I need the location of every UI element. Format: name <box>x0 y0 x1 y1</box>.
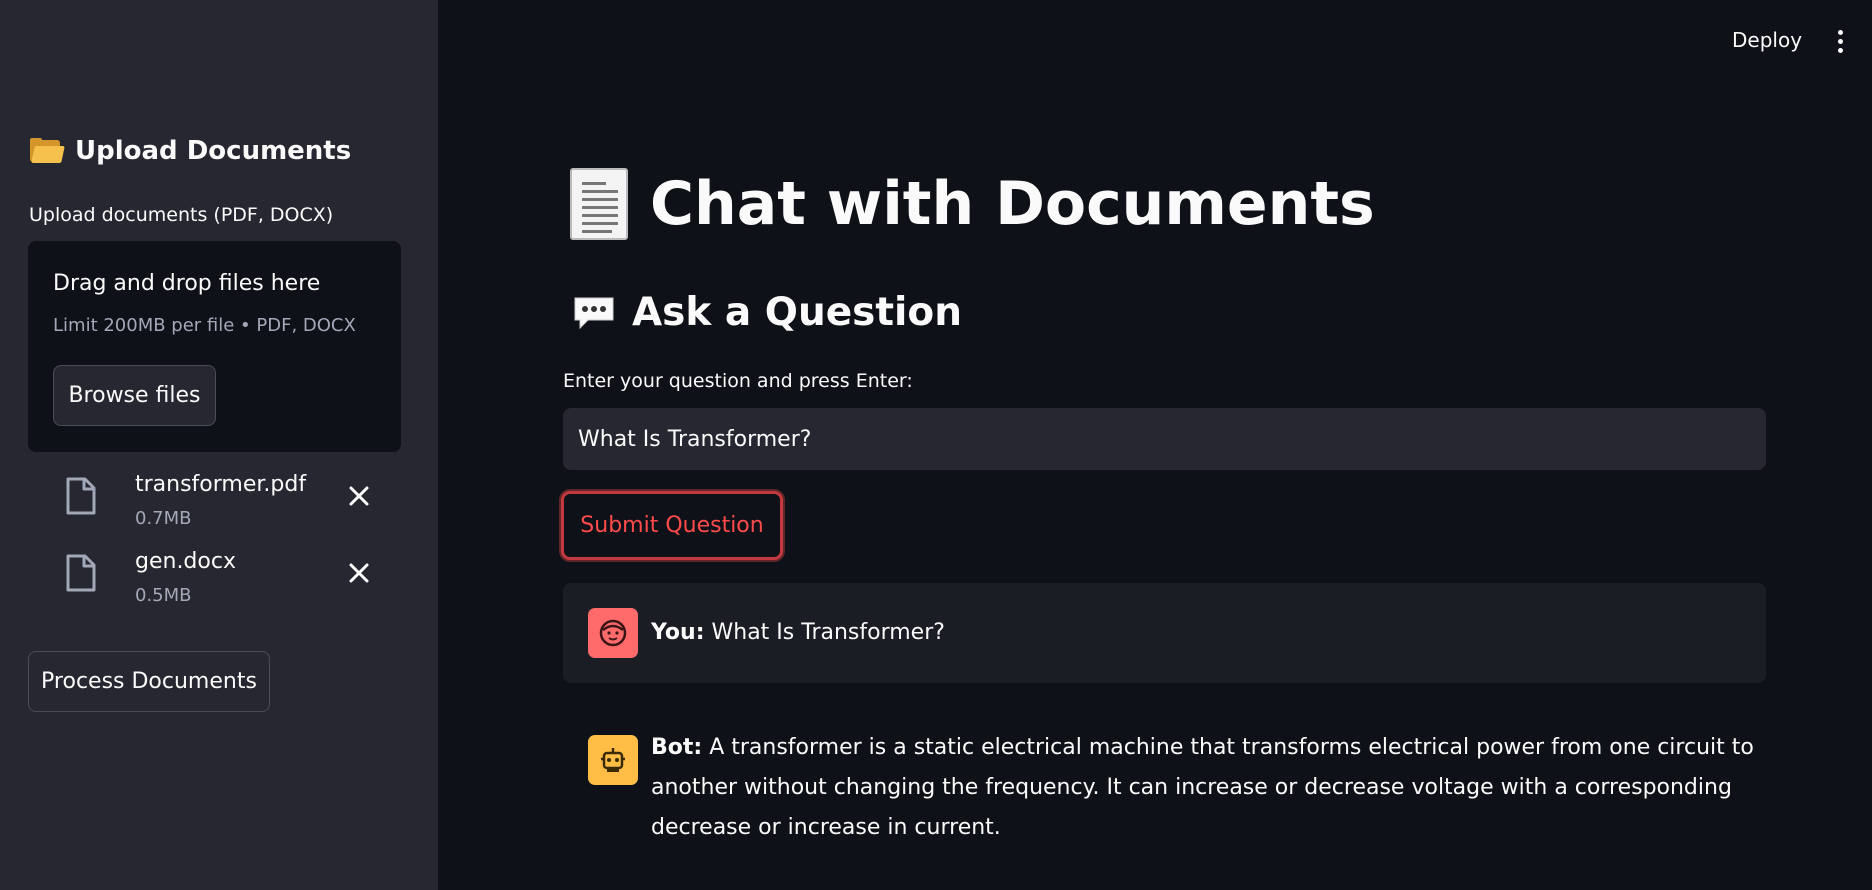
message-text: Bot: A transformer is a static electrica… <box>651 728 1766 848</box>
sidebar: Upload Documents Upload documents (PDF, … <box>0 0 438 890</box>
folder-icon <box>29 138 65 164</box>
file-name: transformer.pdf <box>135 472 307 497</box>
uploaded-file-item: gen.docx 0.5MB <box>60 549 390 613</box>
dropzone-title: Drag and drop files here <box>53 271 321 296</box>
submit-question-button[interactable]: Submit Question <box>561 491 783 560</box>
uploader-label: Upload documents (PDF, DOCX) <box>29 204 334 226</box>
message-author: Bot: <box>651 735 703 760</box>
chat-message-user: You: What Is Transformer? <box>563 583 1766 683</box>
bot-avatar-icon <box>588 735 638 785</box>
sidebar-header: Upload Documents <box>29 136 351 166</box>
file-name: gen.docx <box>135 549 236 574</box>
message-body: What Is Transformer? <box>704 620 945 645</box>
message-text: You: What Is Transformer? <box>651 613 945 653</box>
uploaded-file-item: transformer.pdf 0.7MB <box>60 472 390 536</box>
page-title: Chat with Documents <box>570 168 1375 240</box>
kebab-menu-icon[interactable] <box>1832 30 1848 56</box>
section-heading: Ask a Question <box>572 290 962 335</box>
message-author: You: <box>651 620 705 645</box>
chat-message-bot: Bot: A transformer is a static electrica… <box>563 728 1766 868</box>
file-icon <box>66 554 96 592</box>
deploy-button[interactable]: Deploy <box>1732 28 1802 52</box>
document-icon <box>570 168 628 240</box>
sidebar-title: Upload Documents <box>75 136 352 166</box>
file-icon <box>66 477 96 515</box>
file-size: 0.5MB <box>135 585 192 606</box>
browse-files-button[interactable]: Browse files <box>53 365 216 426</box>
question-label: Enter your question and press Enter: <box>563 370 913 392</box>
page-title-text: Chat with Documents <box>650 169 1375 239</box>
file-size: 0.7MB <box>135 508 192 529</box>
dropzone-limit: Limit 200MB per file • PDF, DOCX <box>53 315 356 336</box>
file-dropzone[interactable]: Drag and drop files here Limit 200MB per… <box>28 241 401 452</box>
section-heading-text: Ask a Question <box>632 290 962 335</box>
message-body: A transformer is a static electrical mac… <box>651 735 1754 840</box>
question-input[interactable] <box>563 408 1766 470</box>
close-icon[interactable] <box>345 559 373 587</box>
process-documents-button[interactable]: Process Documents <box>28 651 270 712</box>
speech-bubble-icon <box>574 297 614 329</box>
close-icon[interactable] <box>345 482 373 510</box>
user-avatar-icon <box>588 608 638 658</box>
